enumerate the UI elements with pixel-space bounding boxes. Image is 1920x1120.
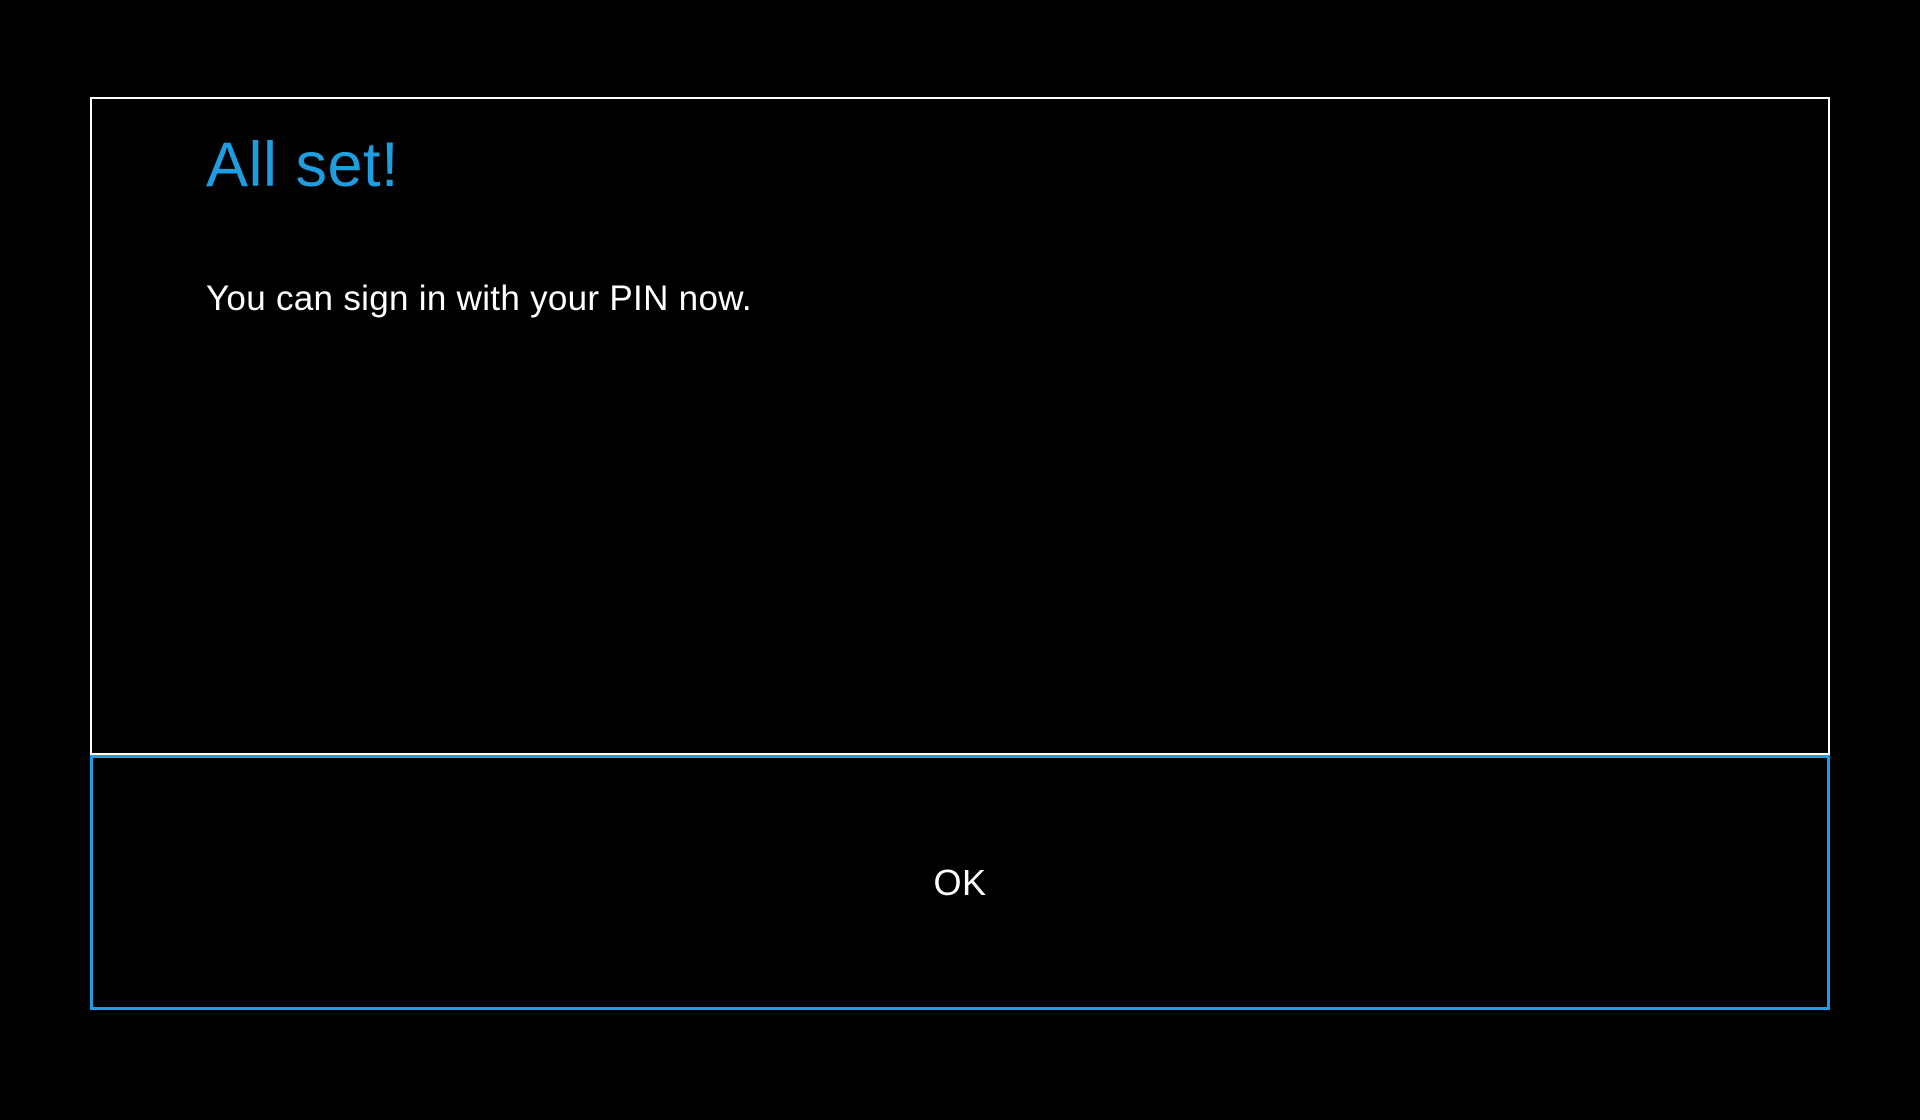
dialog-panel: All set! You can sign in with your PIN n… <box>90 97 1830 755</box>
ok-button-label: OK <box>933 862 986 904</box>
dialog-title: All set! <box>92 99 1828 201</box>
ok-button[interactable]: OK <box>90 755 1830 1010</box>
dialog-body-text: You can sign in with your PIN now. <box>92 201 1828 319</box>
